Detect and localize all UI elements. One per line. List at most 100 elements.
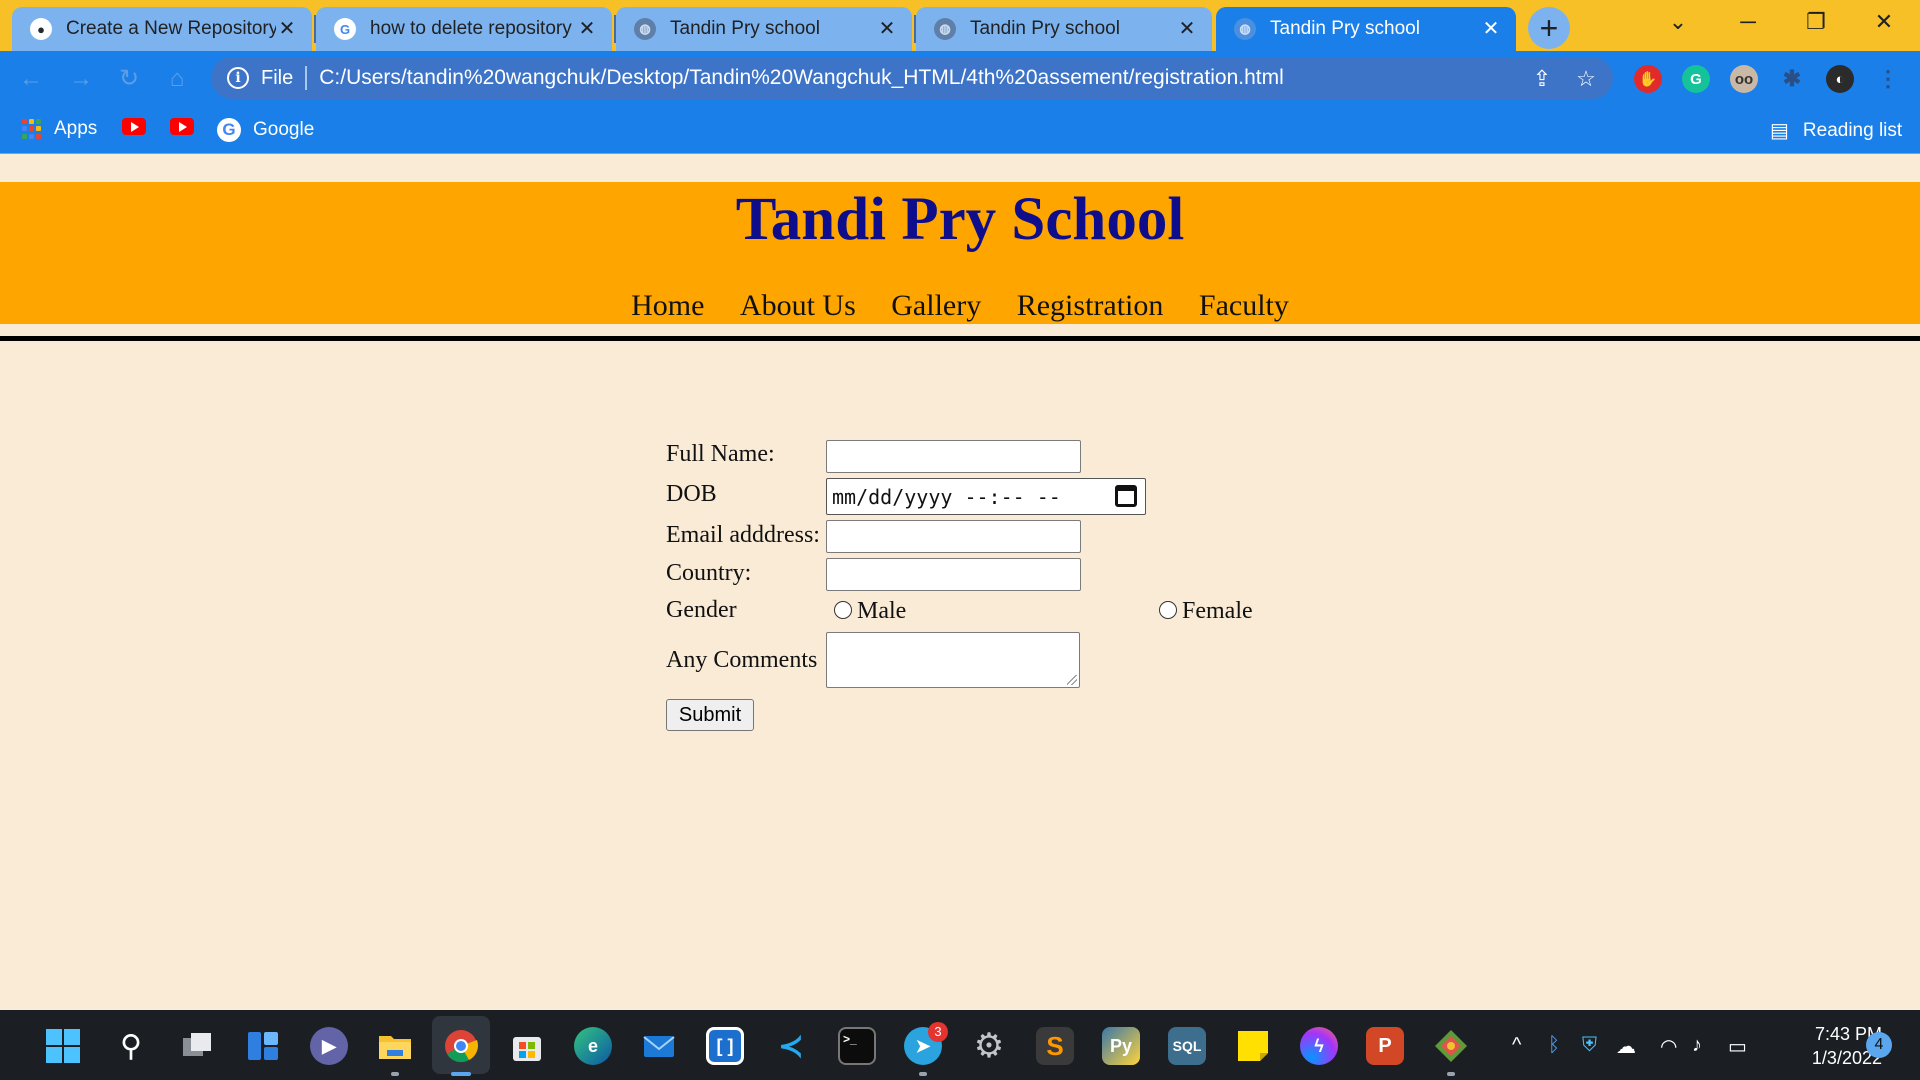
apps-grid-icon — [22, 119, 42, 139]
nav-link-registration[interactable]: Registration — [1017, 289, 1164, 322]
git-kraken-icon[interactable] — [1432, 1027, 1470, 1065]
vscode-icon[interactable]: ≺ — [772, 1027, 810, 1065]
full-name-label: Full Name: — [666, 441, 775, 467]
sticky-notes-icon[interactable] — [1234, 1027, 1272, 1065]
close-icon[interactable]: ✕ — [876, 18, 898, 40]
reading-list-button[interactable]: ▤ Reading list — [1770, 118, 1902, 143]
volume-icon[interactable]: ♪ — [1692, 1034, 1702, 1057]
bookmark-youtube-1[interactable] — [122, 118, 146, 135]
windows-taskbar: ⚲ ▶ e [ ] ≺ >_ ➤ 3 ⚙ S Py SQL ϟ P ^ ᛒ ⛨ … — [0, 1010, 1920, 1080]
python-icon[interactable]: Py — [1102, 1027, 1140, 1065]
show-hidden-icons-chevron[interactable]: ^ — [1512, 1034, 1521, 1057]
bookmark-google[interactable]: G Google — [217, 118, 314, 142]
dob-input[interactable]: mm/dd/yyyy --:-- -- — [826, 478, 1146, 515]
close-icon[interactable]: ✕ — [576, 18, 598, 40]
close-icon[interactable]: ✕ — [1480, 18, 1502, 40]
grammarly-extension-icon[interactable]: G — [1682, 65, 1710, 93]
battery-icon[interactable]: ▭ — [1728, 1034, 1747, 1059]
file-explorer-icon[interactable] — [376, 1027, 414, 1065]
forward-icon[interactable]: → — [66, 64, 96, 94]
tab-google-search[interactable]: G how to delete repository i ✕ — [316, 7, 612, 51]
home-icon[interactable]: ⌂ — [162, 64, 192, 94]
tab-tandin-school-2[interactable]: ◍ Tandin Pry school ✕ — [916, 7, 1212, 51]
bookmark-youtube-2[interactable] — [170, 118, 194, 135]
teams-chat-icon[interactable]: ▶ — [310, 1027, 348, 1065]
browser-tab-bar: ● Create a New Repository ✕ G how to del… — [0, 0, 1920, 51]
microsoft-store-icon[interactable] — [508, 1027, 546, 1065]
browser-toolbar: ← → ↻ ⌂ i File C:/Users/tandin%20wangchu… — [0, 51, 1920, 106]
adblock-extension-icon[interactable]: ✋ — [1634, 65, 1662, 93]
search-icon[interactable]: ⚲ — [112, 1027, 150, 1065]
close-window-button[interactable]: ✕ — [1862, 6, 1906, 38]
mail-icon[interactable] — [640, 1027, 678, 1065]
brackets-editor-icon[interactable]: [ ] — [706, 1027, 744, 1065]
bluetooth-icon[interactable]: ᛒ — [1548, 1034, 1560, 1057]
close-icon[interactable]: ✕ — [276, 18, 298, 40]
calendar-icon[interactable] — [1115, 485, 1137, 507]
tab-search-icon[interactable]: ⌄ — [1656, 6, 1700, 38]
incognito-extension-icon[interactable]: oo — [1730, 65, 1758, 93]
comments-textarea[interactable] — [826, 632, 1080, 688]
profile-avatar[interactable]: ◐ — [1826, 65, 1854, 93]
info-icon[interactable]: i — [227, 67, 249, 89]
nav-link-faculty[interactable]: Faculty — [1199, 289, 1289, 322]
bookmark-star-icon[interactable]: ☆ — [1573, 66, 1599, 92]
github-icon: ● — [30, 18, 52, 40]
gender-male-radio[interactable] — [834, 601, 852, 619]
chrome-icon[interactable] — [442, 1027, 480, 1065]
running-indicator — [391, 1072, 399, 1076]
reading-list-label: Reading list — [1802, 119, 1903, 141]
dob-label: DOB — [666, 481, 717, 507]
close-icon[interactable]: ✕ — [1176, 18, 1198, 40]
gender-female-radio[interactable] — [1159, 601, 1177, 619]
country-input[interactable] — [826, 558, 1081, 591]
edge-icon[interactable]: e — [574, 1027, 612, 1065]
address-bar[interactable]: i File C:/Users/tandin%20wangchuk/Deskto… — [211, 57, 1613, 99]
settings-gear-icon[interactable]: ⚙ — [970, 1027, 1008, 1065]
google-icon: G — [334, 18, 356, 40]
new-tab-button[interactable]: + — [1528, 7, 1570, 49]
task-view-icon[interactable] — [178, 1027, 216, 1065]
site-header: Tandi Pry School Home About Us Gallery R… — [0, 182, 1920, 324]
security-shield-icon[interactable]: ⛨ — [1582, 1034, 1597, 1057]
nav-link-about-us[interactable]: About Us — [740, 289, 856, 322]
reload-icon[interactable]: ↻ — [114, 64, 144, 94]
share-icon[interactable]: ⇪ — [1529, 66, 1555, 92]
tab-title: Tandin Pry school — [670, 18, 820, 39]
widgets-icon[interactable] — [244, 1027, 282, 1065]
restore-button[interactable]: ❐ — [1794, 6, 1838, 38]
url-text[interactable]: C:/Users/tandin%20wangchuk/Desktop/Tandi… — [319, 66, 1284, 90]
start-windows-icon[interactable] — [44, 1027, 82, 1065]
telegram-badge: 3 — [928, 1022, 948, 1042]
gender-female-label: Female — [1182, 598, 1253, 624]
tab-tandin-school-active[interactable]: ◍ Tandin Pry school ✕ — [1216, 7, 1516, 51]
comments-label: Any Comments — [666, 647, 818, 673]
url-scheme: File — [261, 66, 294, 89]
tab-create-repository[interactable]: ● Create a New Repository ✕ — [12, 7, 312, 51]
running-indicator — [919, 1072, 927, 1076]
submit-button[interactable]: Submit — [666, 699, 754, 731]
dob-placeholder: mm/dd/yyyy --:-- -- — [832, 484, 1061, 509]
tab-title: Tandin Pry school — [970, 18, 1120, 39]
bookmark-apps[interactable]: Apps — [22, 118, 97, 140]
site-title: Tandi Pry School — [735, 186, 1185, 253]
notification-badge[interactable]: 4 — [1866, 1032, 1892, 1058]
reading-list-icon: ▤ — [1770, 120, 1789, 142]
sublime-text-icon[interactable]: S — [1036, 1027, 1074, 1065]
email-input[interactable] — [826, 520, 1081, 553]
tab-title: Create a New Repository — [66, 18, 276, 39]
nav-link-home[interactable]: Home — [631, 289, 704, 322]
back-icon[interactable]: ← — [16, 64, 46, 94]
extensions-puzzle-icon[interactable]: ✱ — [1778, 65, 1806, 93]
wifi-icon[interactable]: ◠ — [1660, 1034, 1677, 1059]
tab-tandin-school-1[interactable]: ◍ Tandin Pry school ✕ — [616, 7, 912, 51]
nav-link-gallery[interactable]: Gallery — [891, 289, 981, 322]
powerpoint-icon[interactable]: P — [1366, 1027, 1404, 1065]
menu-kebab-icon[interactable]: ⋮ — [1874, 65, 1902, 93]
onedrive-cloud-icon[interactable]: ☁ — [1616, 1034, 1636, 1059]
messenger-icon[interactable]: ϟ — [1300, 1027, 1338, 1065]
terminal-icon[interactable]: >_ — [838, 1027, 876, 1065]
minimize-button[interactable]: ─ — [1726, 6, 1770, 38]
full-name-input[interactable] — [826, 440, 1081, 473]
mysql-workbench-icon[interactable]: SQL — [1168, 1027, 1206, 1065]
